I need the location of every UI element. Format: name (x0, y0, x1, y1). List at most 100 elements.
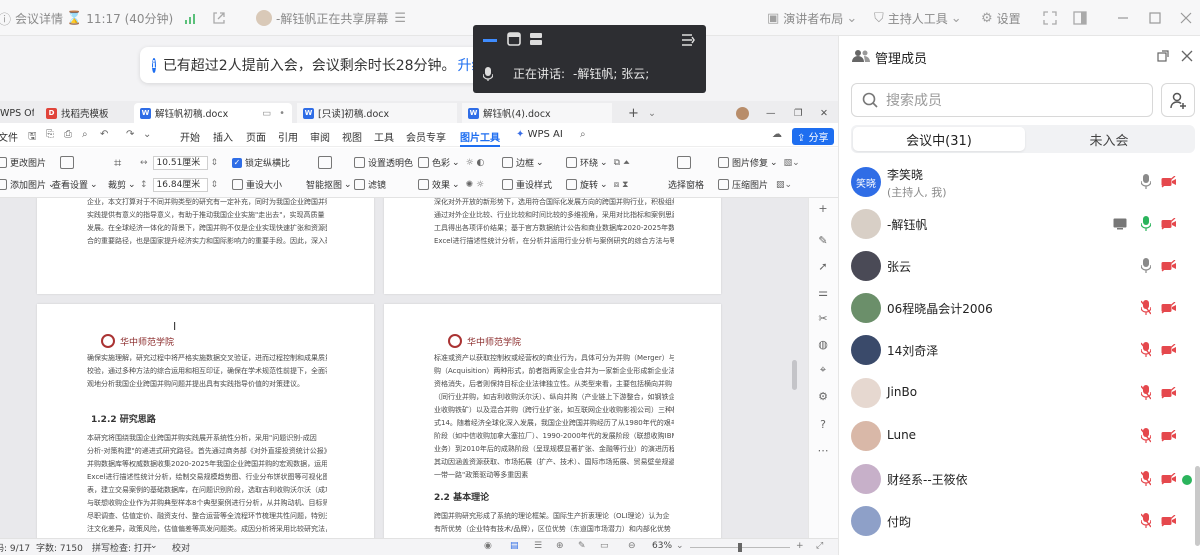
view-settings-button[interactable]: 查看设置 ⌄ (52, 178, 98, 192)
maximize-icon[interactable] (1149, 0, 1161, 36)
word-count[interactable]: 字数: 7150 (36, 541, 83, 554)
member-row[interactable]: 笑晓 李笑晓 (主持人, 我) (839, 161, 1200, 203)
menu-page[interactable]: 页面 (246, 129, 266, 144)
mic-muted-icon[interactable] (1141, 513, 1151, 528)
picture-view-icon[interactable] (60, 156, 77, 169)
fullscreen-icon[interactable] (1043, 0, 1057, 36)
compress-picture-button[interactable]: 压缩图片 ▨⌄ (718, 178, 792, 191)
member-search-input[interactable]: 搜索成员 (851, 83, 1153, 117)
close-icon[interactable]: ✕ (814, 103, 828, 123)
camera-off-icon[interactable] (1161, 515, 1177, 527)
mic-muted-icon[interactable] (1141, 342, 1151, 357)
more-icon[interactable]: ⋯ (817, 444, 829, 457)
smart-cutout-icon[interactable] (318, 156, 335, 169)
camera-off-icon[interactable] (1161, 430, 1177, 442)
tools-icon[interactable]: ✂ (817, 312, 829, 325)
member-list-scrollbar[interactable] (1195, 466, 1200, 546)
member-row[interactable]: 张云 (839, 245, 1200, 287)
undo-icon[interactable]: ↶ (100, 129, 108, 140)
menu-insert[interactable]: 插入 (213, 129, 233, 144)
rotate-button[interactable]: 旋转 ⌄ ⧈ ⧗ (566, 178, 628, 191)
share-link-icon[interactable] (212, 0, 226, 36)
sidebar-toggle-icon[interactable] (1073, 0, 1087, 36)
tab-wps-office[interactable]: WPS Office (0, 103, 34, 123)
menu-review[interactable]: 审阅 (310, 129, 330, 144)
new-tab-button[interactable]: + (622, 103, 639, 123)
popout-icon[interactable] (1157, 50, 1169, 62)
web-view-icon[interactable]: ⊕ (556, 541, 564, 551)
smart-cutout-button[interactable]: 智能抠图 ⌄ (306, 178, 352, 192)
mic-muted-icon[interactable] (1141, 428, 1151, 443)
add-icon[interactable]: + (817, 202, 829, 215)
proofread-button[interactable]: 校对 (172, 541, 190, 554)
mic-muted-icon[interactable] (1141, 471, 1151, 486)
mic-muted-icon[interactable] (1141, 385, 1151, 400)
chevron-down-icon[interactable]: ⌄ (676, 541, 684, 551)
microphone-icon[interactable] (1141, 174, 1151, 189)
search-icon[interactable]: ⌕ (580, 129, 586, 140)
print-icon[interactable]: ⎙ (64, 129, 72, 140)
camera-off-icon[interactable] (1161, 176, 1177, 188)
export-pdf-icon[interactable]: ⎘ (46, 129, 54, 140)
tab-current-doc[interactable]: W 解钰帆初稿.docx ▭ • (134, 103, 292, 123)
zoom-slider-thumb[interactable] (738, 543, 742, 552)
collapse-icon[interactable] (681, 33, 695, 47)
pen-icon[interactable]: ✎ (817, 234, 829, 247)
page-indicator[interactable]: 页码: 9/17 (0, 541, 30, 554)
tab-in-meeting[interactable]: 会议中(31) (853, 127, 1025, 151)
menu-tools[interactable]: 工具 (374, 129, 394, 144)
menu-view[interactable]: 视图 (342, 129, 362, 144)
more-icon[interactable]: ⌄ (143, 129, 151, 140)
minimize-icon[interactable] (1117, 0, 1129, 36)
selection-pane-button[interactable]: 选择窗格 (668, 178, 704, 191)
restore-icon[interactable]: ❐ (788, 103, 803, 123)
tab-doc-4[interactable]: W 解钰帆(4).docx (462, 103, 612, 123)
menu-file[interactable]: 文件 (0, 129, 18, 144)
member-row[interactable]: JinBo (839, 372, 1200, 414)
add-picture-button[interactable]: 添加图片 ⌄ (0, 178, 56, 191)
document-canvas[interactable]: 企业，本文打算对于不同并购类型的研究有一定补充，同时为我国企业跨国并购的分析理论… (0, 198, 808, 538)
crop-icon[interactable]: ⌗ (114, 156, 121, 171)
change-picture-button[interactable]: 更改图片 (0, 156, 46, 169)
microphone-icon[interactable] (1141, 258, 1151, 273)
camera-off-icon[interactable] (1161, 473, 1177, 485)
document-scrollbar[interactable] (792, 360, 797, 390)
camera-off-icon[interactable] (1161, 344, 1177, 356)
outline-icon[interactable]: ☰ (534, 541, 542, 551)
tab-not-joined[interactable]: 未入会 (1025, 127, 1193, 151)
effects-button[interactable]: 效果 ⌄ ✺ ☼ (418, 178, 484, 191)
member-row[interactable]: Lune (839, 415, 1200, 457)
save-icon[interactable]: 🖫 (28, 129, 37, 146)
pen-icon[interactable]: ✎ (578, 541, 586, 551)
menu-reference[interactable]: 引用 (278, 129, 298, 144)
tab-readonly-doc[interactable]: W [只读]初稿.docx (297, 103, 457, 123)
layout-list-icon[interactable] (529, 32, 543, 46)
picture-repair-button[interactable]: 图片修复 ⌄ ▧⌄ (718, 156, 800, 169)
minimize-icon[interactable]: — (760, 103, 776, 123)
zoom-level[interactable]: 63% (652, 541, 672, 551)
chevron-down-icon[interactable]: ⌄ (150, 541, 158, 551)
selection-pane-icon[interactable] (677, 156, 694, 169)
spell-check-status[interactable]: 拼写检查: 打开 (92, 541, 152, 554)
minimize-bar-icon[interactable] (483, 34, 497, 44)
page-view-icon[interactable]: ▤ (510, 541, 519, 551)
member-row[interactable]: 财经系--王筱依 (839, 458, 1200, 500)
lock-ratio-checkbox[interactable]: ✓ 锁定纵横比 (232, 156, 290, 169)
read-icon[interactable]: ▭ (600, 541, 609, 551)
member-row[interactable]: 付昀 (839, 500, 1200, 542)
wrap-button[interactable]: 环绕 ⌄ ⧉ ⏶ (566, 156, 630, 169)
window-icon[interactable] (507, 32, 521, 46)
menu-home[interactable]: 开始 (180, 129, 200, 144)
help-icon[interactable]: ? (817, 418, 829, 431)
settings-button[interactable]: ⚙ 设置 (981, 0, 1021, 36)
comment-icon[interactable]: ◍ (817, 338, 829, 351)
fit-icon[interactable]: ⤢ (816, 541, 823, 551)
zoom-in-icon[interactable]: + (796, 541, 804, 551)
redo-icon[interactable]: ↷ (126, 129, 134, 140)
zoom-out-icon[interactable]: ⊖ (628, 541, 636, 551)
reset-style-button[interactable]: 重设样式 (502, 178, 552, 191)
mic-muted-icon[interactable] (1141, 300, 1151, 315)
camera-off-icon[interactable] (1161, 302, 1177, 314)
crop-button[interactable]: 裁剪 ⌄ (108, 178, 136, 192)
invite-member-button[interactable] (1161, 83, 1195, 117)
